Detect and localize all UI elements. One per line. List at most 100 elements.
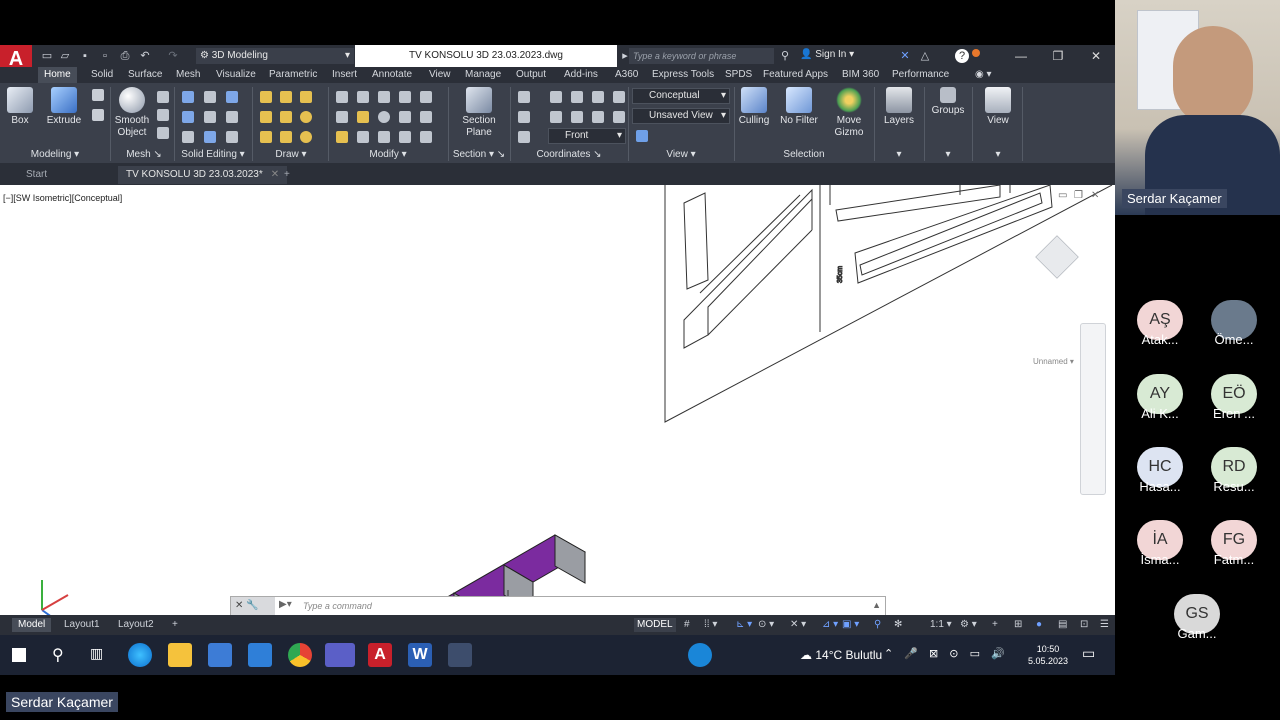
new-icon[interactable]: ▭ <box>40 49 54 63</box>
modify-tool-icon[interactable] <box>336 91 348 103</box>
ucs-icon[interactable] <box>571 111 583 123</box>
store-icon[interactable] <box>208 643 232 667</box>
layers-button[interactable]: Layers <box>880 87 918 127</box>
panel-label-coordinates[interactable]: Coordinates ↘ <box>512 147 626 163</box>
ucs-icon[interactable] <box>518 91 530 103</box>
clock[interactable]: 10:50 5.05.2023 <box>1028 643 1068 667</box>
modify-tool-icon[interactable] <box>357 131 369 143</box>
panel-label-solid-editing[interactable]: Solid Editing ▾ <box>176 147 250 163</box>
modify-tool-icon[interactable] <box>420 131 432 143</box>
tab-a360[interactable]: A360 <box>615 67 638 83</box>
rotate-icon[interactable] <box>280 91 292 103</box>
weather-widget[interactable]: ☁ 14°C Bulutlu <box>800 648 882 662</box>
print-icon[interactable]: ⎙ <box>118 49 132 63</box>
solid-edit-icon[interactable] <box>182 91 194 103</box>
tab-performance[interactable]: Performance <box>892 67 949 83</box>
circle-icon[interactable] <box>300 111 312 123</box>
osnap-icon[interactable]: ✕ ▾ <box>784 618 812 632</box>
ucs-icon[interactable] <box>518 111 530 123</box>
tab-addins[interactable]: Add-ins <box>564 67 598 83</box>
workspace-dropdown[interactable]: ⚙ 3D Modeling ▾ <box>196 48 354 64</box>
workspace-switch-icon[interactable]: ⊞ <box>1008 618 1028 632</box>
tab-home[interactable]: Home <box>38 67 77 83</box>
culling-button[interactable]: Culling <box>736 87 772 127</box>
section-plane-button[interactable]: Section Plane <box>456 87 502 139</box>
grid-icon[interactable]: # <box>678 618 696 632</box>
plus-icon[interactable]: + <box>986 618 1004 632</box>
add-layout-button[interactable]: + <box>166 618 184 632</box>
sign-in-button[interactable]: 👤 Sign In ▾ <box>800 49 854 60</box>
solid-edit-icon[interactable] <box>182 111 194 123</box>
autocad-taskbar-icon[interactable]: A <box>368 643 392 667</box>
command-input[interactable]: Type a command <box>303 597 372 615</box>
ucs-icon[interactable] <box>592 91 604 103</box>
save-icon[interactable]: ▪ <box>78 49 92 63</box>
tab-bim360[interactable]: BIM 360 <box>842 67 879 83</box>
smooth-object-button[interactable]: Smooth Object <box>112 87 152 139</box>
polygon-icon[interactable] <box>260 131 272 143</box>
tab-active-drawing[interactable]: TV KONSOLU 3D 23.03.2023* ✕ <box>118 166 288 184</box>
redo-icon[interactable]: ↷ <box>166 49 180 63</box>
panel-label-modify[interactable]: Modify ▾ <box>330 147 446 163</box>
new-tab-button[interactable]: + <box>276 166 298 184</box>
windows-start-icon[interactable] <box>12 648 26 662</box>
participant[interactable]: EÖ Eren ... <box>1189 374 1279 421</box>
file-explorer-icon[interactable] <box>168 643 192 667</box>
search-icon[interactable]: ⚲ <box>52 645 64 665</box>
panel-label-view[interactable]: View ▾ <box>630 147 732 163</box>
customize-menu-icon[interactable]: ☰ <box>1094 618 1115 632</box>
tab-featured-apps[interactable]: Featured Apps <box>763 67 828 83</box>
close-icon[interactable]: ✕ <box>235 600 243 611</box>
participant[interactable]: RD Resu... <box>1189 447 1279 494</box>
ucs-icon[interactable] <box>518 131 530 143</box>
ucs-icon[interactable] <box>613 111 625 123</box>
extrude-button[interactable]: Extrude <box>44 87 84 127</box>
ucs-view-dropdown[interactable]: Front ▾ <box>548 128 626 144</box>
participant[interactable]: Öme... <box>1189 300 1279 347</box>
modify-tool-icon[interactable] <box>420 91 432 103</box>
tab-solid[interactable]: Solid <box>91 67 113 83</box>
tab-manage[interactable]: Manage <box>465 67 501 83</box>
modify-tool-icon[interactable] <box>378 131 390 143</box>
modify-tool-icon[interactable] <box>420 111 432 123</box>
tray-icons[interactable]: ⌃ 🎤 ⊠ ⊙ ▭ 🔊 <box>884 647 1009 660</box>
tab-annotate[interactable]: Annotate <box>372 67 412 83</box>
line-icon[interactable] <box>280 111 292 123</box>
tab-layout2[interactable]: Layout2 <box>112 618 160 632</box>
groups-expand-icon[interactable]: ▾ <box>928 147 968 163</box>
wrench-icon[interactable]: 🔧 <box>246 600 258 611</box>
navigation-bar[interactable] <box>1080 323 1106 495</box>
modify-tool-icon[interactable] <box>399 131 411 143</box>
participant[interactable]: FG Fatm... <box>1189 520 1279 567</box>
solid-edit-icon[interactable] <box>226 131 238 143</box>
snap-icon[interactable]: ⁞⁞ ▾ <box>698 618 723 632</box>
no-filter-button[interactable]: No Filter <box>778 87 820 127</box>
move-gizmo-button[interactable]: Move Gizmo <box>830 87 868 139</box>
tab-express-tools[interactable]: Express Tools <box>652 67 714 83</box>
modify-tool-icon[interactable] <box>336 131 348 143</box>
modify-tool-icon[interactable] <box>357 91 369 103</box>
tab-start[interactable]: Start <box>18 166 55 184</box>
groups-button[interactable]: Groups <box>928 87 968 117</box>
panel-label-mesh[interactable]: Mesh ↘ <box>116 147 172 163</box>
solid-edit-icon[interactable] <box>204 91 216 103</box>
modify-tool-icon[interactable] <box>336 111 348 123</box>
tab-layout1[interactable]: Layout1 <box>58 618 106 632</box>
tab-output[interactable]: Output <box>516 67 546 83</box>
restore-button[interactable]: ❐ <box>1040 45 1076 67</box>
solid-edit-icon[interactable] <box>226 111 238 123</box>
mesh-tool-icon[interactable] <box>157 91 169 103</box>
modify-tool-icon[interactable] <box>357 111 369 123</box>
open-icon[interactable]: ▱ <box>58 49 72 63</box>
box-button[interactable]: Box <box>6 87 34 127</box>
annotation-scale[interactable]: 1:1 ▾ <box>924 618 958 632</box>
edge-icon[interactable] <box>128 643 152 667</box>
help-taskbar-icon[interactable] <box>688 643 712 667</box>
visual-style-dropdown[interactable]: Conceptual ▾ <box>632 88 730 104</box>
ucs-icon[interactable] <box>592 111 604 123</box>
solid-edit-icon[interactable] <box>204 111 216 123</box>
hardware-accel-icon[interactable]: ▤ <box>1052 618 1073 632</box>
search-input[interactable]: Type a keyword or phrase <box>629 48 774 64</box>
model-space-button[interactable]: MODEL <box>634 618 676 632</box>
teams-icon[interactable] <box>325 643 355 667</box>
